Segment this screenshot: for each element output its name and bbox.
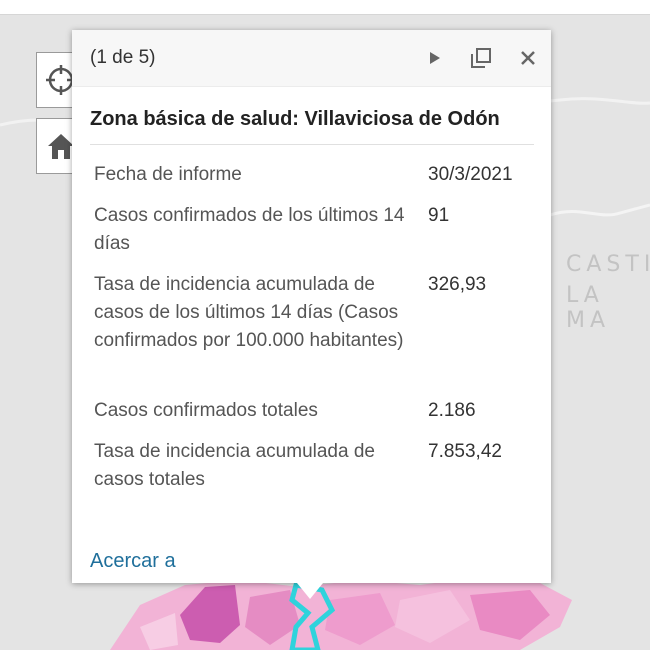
attribute-row: Tasa de incidencia acumulada de casos to… bbox=[94, 438, 534, 496]
field-label: Tasa de incidencia acumulada de casos to… bbox=[94, 441, 375, 490]
attribute-row: Casos confirmados de los últimos 14 días… bbox=[94, 202, 534, 260]
field-value: 326,93 bbox=[428, 274, 487, 295]
attribute-row: Casos confirmados totales 2.186 bbox=[94, 397, 534, 427]
field-value: 30/3/2021 bbox=[428, 164, 513, 185]
next-feature-button[interactable] bbox=[424, 47, 446, 69]
play-icon bbox=[430, 52, 440, 64]
map-region-label: CASTI bbox=[566, 252, 650, 277]
feature-counter: (1 de 5) bbox=[90, 47, 156, 68]
field-label: Fecha de informe bbox=[94, 164, 242, 185]
info-popup: (1 de 5) Zona básica de salud: Villavici… bbox=[72, 30, 551, 583]
field-value: 2.186 bbox=[428, 400, 476, 421]
zoom-to-link[interactable]: Acercar a bbox=[90, 550, 176, 573]
popup-pointer bbox=[297, 583, 323, 599]
close-icon bbox=[521, 51, 535, 65]
popup-header: (1 de 5) bbox=[72, 30, 551, 87]
title-divider bbox=[90, 144, 534, 145]
field-label: Casos confirmados de los últimos 14 días bbox=[94, 205, 405, 254]
field-label: Tasa de incidencia acumulada de casos de… bbox=[94, 274, 404, 351]
dock-icon bbox=[471, 48, 491, 68]
attribute-row: Tasa de incidencia acumulada de casos de… bbox=[94, 271, 534, 385]
field-value: 7.853,42 bbox=[428, 441, 502, 462]
field-label: Casos confirmados totales bbox=[94, 400, 318, 421]
field-value: 91 bbox=[428, 205, 450, 226]
browser-top-bar bbox=[0, 0, 650, 15]
close-button[interactable] bbox=[517, 47, 539, 69]
attribute-row: Fecha de informe 30/3/2021 bbox=[94, 161, 534, 191]
popup-title: Zona básica de salud: Villaviciosa de Od… bbox=[90, 108, 500, 130]
dock-button[interactable] bbox=[470, 47, 492, 69]
map-region-label: LA MA bbox=[566, 283, 611, 333]
